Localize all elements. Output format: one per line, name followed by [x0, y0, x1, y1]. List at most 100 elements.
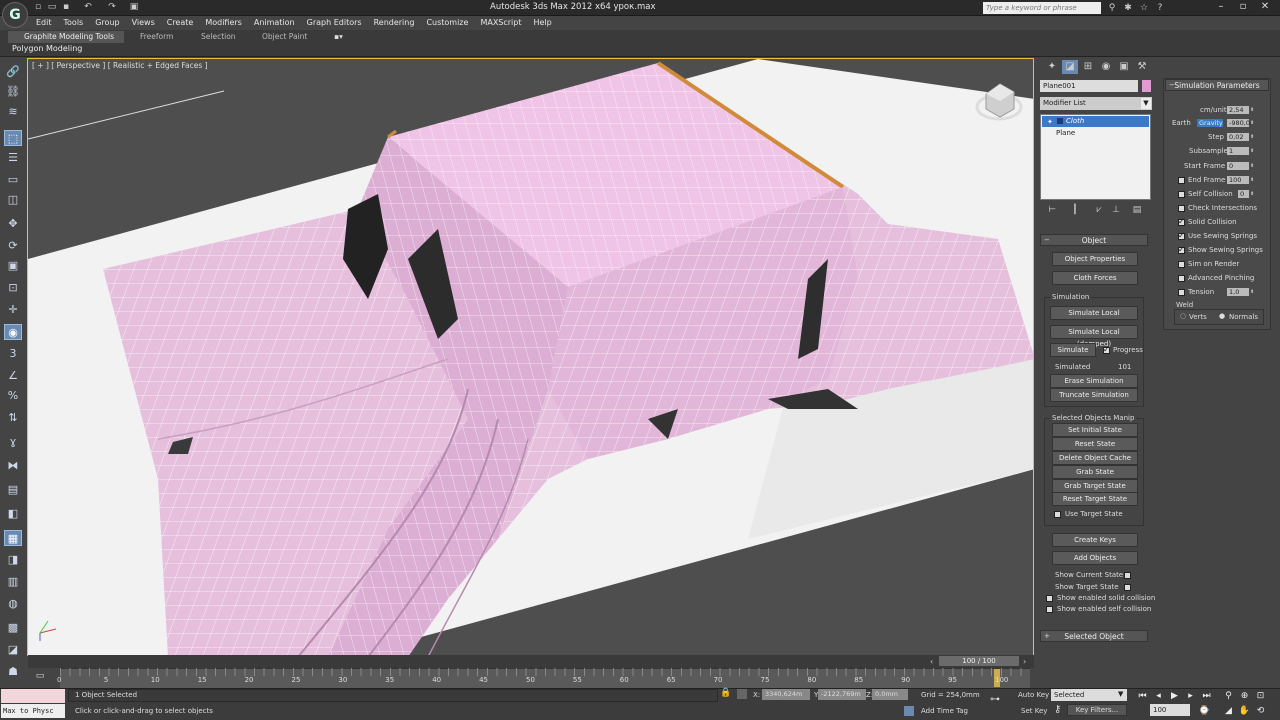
solid-collision-checkbox[interactable] — [1178, 217, 1185, 226]
select-object-icon[interactable]: ⬚ — [4, 130, 22, 146]
menu-graph-editors[interactable]: Graph Editors — [301, 16, 368, 30]
menu-rendering[interactable]: Rendering — [368, 16, 421, 30]
end-frame-checkbox[interactable] — [1178, 177, 1185, 184]
scale-icon[interactable]: ▣ — [4, 258, 22, 274]
menu-edit[interactable]: Edit — [30, 16, 58, 30]
set-key-icon[interactable]: ⚷ — [1054, 704, 1061, 715]
rollout-object[interactable]: Object — [1040, 234, 1148, 246]
menu-help[interactable]: Help — [528, 16, 558, 30]
verts-radio[interactable]: ○ — [1180, 312, 1186, 320]
tension-checkbox[interactable] — [1178, 289, 1185, 296]
show-enabled-self-checkbox[interactable] — [1046, 606, 1053, 613]
maxscript-listener-input[interactable]: Max to Physc — [1, 704, 65, 718]
end-frame-field[interactable]: 100 — [1227, 176, 1249, 184]
add-time-tag-button[interactable]: Add Time Tag — [921, 707, 968, 715]
lock-selection-icon[interactable]: 🔒 — [720, 688, 731, 698]
angle-snap-icon[interactable]: ∠ — [4, 368, 22, 384]
expand-icon[interactable] — [1057, 118, 1063, 124]
reset-state-button[interactable]: Reset State — [1052, 437, 1138, 451]
rectangular-selection-icon[interactable]: ▭ — [4, 172, 22, 188]
modify-panel-icon[interactable]: ◪ — [1062, 60, 1078, 74]
cm-unit-spinner[interactable]: ⬍ — [1250, 106, 1255, 114]
percent-snap-icon[interactable]: % — [4, 388, 22, 404]
menu-customize[interactable]: Customize — [420, 16, 474, 30]
chevron-down-icon[interactable]: ▼ — [1141, 98, 1151, 109]
next-frame-button-icon[interactable]: ▸ — [1184, 690, 1197, 702]
normals-radio[interactable]: ● — [1219, 312, 1225, 320]
bind-space-warp-icon[interactable]: ≋ — [4, 104, 22, 120]
y-coordinate-field[interactable]: -2122,769m — [818, 689, 866, 700]
key-set-dropdown[interactable]: Selected — [1051, 689, 1127, 701]
subsample-spinner[interactable]: ⬍ — [1250, 147, 1255, 155]
display-panel-icon[interactable]: ▣ — [1116, 60, 1132, 74]
simulation-parameters-header[interactable]: Simulation Parameters — [1165, 79, 1269, 91]
schematic-view-icon[interactable]: ▥ — [4, 574, 22, 590]
step-field[interactable]: 0,02 — [1227, 133, 1249, 141]
simulate-local-damped-button[interactable]: Simulate Local (damped) — [1050, 325, 1138, 348]
menu-modifiers[interactable]: Modifiers — [199, 16, 248, 30]
cloth-forces-button[interactable]: Cloth Forces — [1052, 271, 1138, 285]
simulate-local-button[interactable]: Simulate Local — [1050, 306, 1138, 320]
make-unique-icon[interactable]: ⩗ — [1093, 204, 1105, 216]
help-icon[interactable]: ? — [1154, 2, 1166, 14]
rotate-icon[interactable]: ⟳ — [4, 238, 22, 254]
progress-checkbox[interactable] — [1103, 345, 1110, 354]
tab-freeform[interactable]: Freeform — [140, 31, 173, 43]
erase-simulation-button[interactable]: Erase Simulation — [1050, 374, 1138, 388]
time-tag-icon[interactable] — [904, 706, 914, 716]
menu-views[interactable]: Views — [126, 16, 161, 30]
show-sewing-springs-checkbox[interactable] — [1178, 245, 1185, 254]
community-icon[interactable]: ✱ — [1122, 2, 1134, 14]
polygon-modeling-label[interactable]: Polygon Modeling — [12, 44, 82, 53]
play-icon[interactable]: ▶ — [1168, 690, 1181, 702]
create-keys-button[interactable]: Create Keys — [1052, 533, 1138, 547]
gravity-button[interactable]: Gravity — [1197, 119, 1223, 127]
prev-frame-icon[interactable]: ‹ — [930, 657, 933, 666]
material-editor-icon[interactable]: ◍ — [4, 596, 22, 612]
advanced-pinching-checkbox[interactable] — [1178, 275, 1185, 282]
grab-target-state-button[interactable]: Grab Target State — [1052, 479, 1138, 493]
check-intersections-checkbox[interactable] — [1178, 205, 1185, 212]
self-collision-checkbox[interactable] — [1178, 191, 1185, 198]
close-button[interactable]: ✕ — [1254, 0, 1276, 14]
self-collision-field[interactable]: 0 — [1238, 190, 1249, 198]
orbit-icon[interactable]: ⟲ — [1254, 705, 1267, 717]
menu-tools[interactable]: Tools — [58, 16, 90, 30]
app-logo-icon[interactable]: G — [2, 2, 28, 28]
time-slider-track[interactable] — [28, 655, 1034, 668]
zoom-all-icon[interactable]: ⊕ — [1238, 690, 1251, 702]
delete-object-cache-button[interactable]: Delete Object Cache — [1052, 451, 1138, 465]
object-color-swatch[interactable] — [1142, 80, 1151, 92]
time-configuration-icon[interactable]: ⌚ — [1198, 705, 1211, 717]
set-initial-state-button[interactable]: Set Initial State — [1052, 423, 1138, 437]
perspective-viewport[interactable]: [ + ] [ Perspective ] [ Realistic + Edge… — [27, 58, 1034, 656]
time-slider-handle[interactable]: 100 / 100 — [939, 656, 1019, 666]
key-mode-icon[interactable]: ⊶ — [990, 694, 1000, 705]
menu-maxscript[interactable]: MAXScript — [474, 16, 527, 30]
truncate-simulation-button[interactable]: Truncate Simulation — [1050, 388, 1138, 402]
select-by-name-icon[interactable]: ☰ — [4, 150, 22, 166]
field-of-view-icon[interactable]: ◢ — [1222, 705, 1235, 717]
add-objects-button[interactable]: Add Objects — [1052, 551, 1138, 565]
spinner-snap-icon[interactable]: ⇅ — [4, 410, 22, 426]
configure-sets-icon[interactable]: ▤ — [1131, 204, 1143, 216]
hold-icon[interactable]: ▣ — [128, 2, 140, 13]
next-frame-icon[interactable]: › — [1023, 657, 1026, 666]
maxscript-listener-output[interactable] — [1, 689, 65, 703]
align-icon[interactable]: ▤ — [4, 482, 22, 498]
remove-modifier-icon[interactable]: ⊥ — [1110, 204, 1122, 216]
create-panel-icon[interactable]: ✦ — [1044, 60, 1060, 74]
object-name-field[interactable]: Plane001 — [1040, 80, 1138, 92]
maximize-button[interactable]: ▫ — [1232, 0, 1254, 14]
rollout-selected-object[interactable]: Selected Object — [1040, 630, 1148, 642]
undo-icon[interactable]: ↶ — [82, 2, 94, 13]
snaps-toggle-icon[interactable]: 3 — [4, 346, 22, 362]
auto-key-button[interactable]: Auto Key — [1018, 691, 1049, 699]
go-to-end-icon[interactable]: ⏭ — [1200, 690, 1213, 702]
simulate-button[interactable]: Simulate — [1050, 343, 1096, 357]
x-coordinate-field[interactable]: 3340,624m — [762, 689, 810, 700]
redo-icon[interactable]: ↷ — [106, 2, 118, 13]
self-collision-spinner[interactable]: ⬍ — [1250, 190, 1255, 198]
step-spinner[interactable]: ⬍ — [1250, 133, 1255, 141]
go-to-start-icon[interactable]: ⏮ — [1136, 690, 1149, 702]
